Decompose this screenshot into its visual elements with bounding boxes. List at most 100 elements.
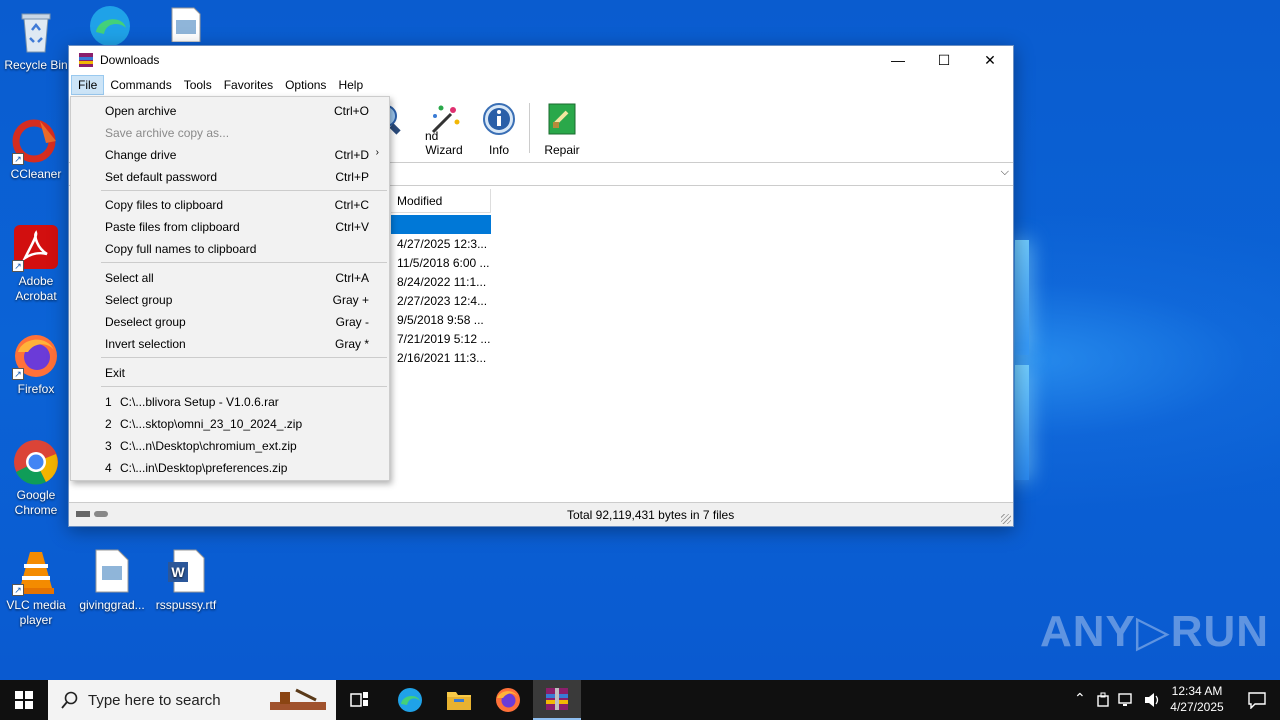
menu-commands[interactable]: Commands (104, 76, 177, 94)
chrome-icon (12, 438, 60, 486)
menu-item-paste-files[interactable]: Paste files from clipboard Ctrl+V (71, 215, 389, 237)
anyrun-watermark: ANY▷RUN (1040, 607, 1270, 656)
toolbar-label: Repair (544, 143, 580, 157)
menu-item-recent-4[interactable]: 4 C:\...in\Desktop\preferences.zip (71, 456, 389, 478)
table-row[interactable]: 11/5/2018 6:00 ... (391, 253, 491, 272)
menu-item-copy-full-names[interactable]: Copy full names to clipboard (71, 237, 389, 259)
taskbar-search-box[interactable]: Type here to search (48, 680, 336, 720)
taskbar-clock[interactable]: 12:34 AM 4/27/2025 (1162, 683, 1232, 715)
menu-item-change-drive[interactable]: Change drive Ctrl+D › (71, 143, 389, 165)
desktop-icon-rsspussy[interactable]: W rsspussy.rtf (150, 548, 222, 613)
menu-item-exit[interactable]: Exit (71, 361, 389, 383)
column-header-modified[interactable]: Modified (391, 189, 491, 213)
table-row[interactable]: 8/24/2022 11:1... (391, 272, 491, 291)
info-icon (483, 103, 515, 135)
magic-wand-icon (431, 105, 460, 134)
drive-icon[interactable] (75, 509, 109, 520)
shortcut-arrow-icon: ↗ (12, 368, 24, 380)
menu-options[interactable]: Options (279, 76, 332, 94)
table-row[interactable]: 4/27/2025 12:3... (391, 234, 491, 253)
desktop-icon-label: VLC media player (6, 598, 66, 627)
menu-item-select-all[interactable]: Select all Ctrl+A (71, 266, 389, 288)
desktop-icon-firefox[interactable]: ↗ Firefox (0, 332, 72, 397)
chevron-down-icon[interactable]: ⌵ (1001, 166, 1009, 179)
desktop-icon-givinggrad[interactable]: givinggrad... (76, 548, 148, 613)
status-bar: Total 92,119,431 bytes in 7 files (69, 502, 1013, 526)
desktop-icon-ccleaner[interactable]: ↗ CCleaner (0, 117, 72, 182)
desktop-icon-adobe-acrobat[interactable]: ↗ Adobe Acrobat (0, 224, 72, 304)
windows-logo-icon (15, 691, 33, 709)
toolbar-label: Wizard (425, 143, 463, 157)
title-bar[interactable]: Downloads — ☐ ✕ (69, 46, 1013, 74)
desktop-icon-google-chrome[interactable]: Google Chrome (0, 438, 72, 518)
resize-grip[interactable] (1001, 514, 1011, 524)
desktop-icon-recycle-bin[interactable]: Recycle Bin (0, 8, 72, 73)
start-button[interactable] (0, 680, 48, 720)
recycle-bin-icon (12, 8, 60, 56)
window-title: Downloads (100, 53, 160, 67)
wallpaper-glow-lower (1015, 365, 1029, 480)
vlc-icon: ↗ (12, 548, 60, 596)
firefox-icon: ↗ (12, 332, 60, 380)
table-row[interactable]: 7/21/2019 5:12 ... (391, 329, 491, 348)
maximize-button[interactable]: ☐ (921, 46, 967, 74)
table-row[interactable]: 2/27/2023 12:4... (391, 291, 491, 310)
notifications-icon[interactable] (1248, 691, 1266, 709)
security-icon[interactable] (1096, 692, 1110, 708)
shortcut-arrow-icon: ↗ (12, 153, 24, 165)
image-file-icon (162, 2, 210, 50)
desktop-icon-vlc[interactable]: ↗ VLC media player (0, 548, 72, 628)
acrobat-icon: ↗ (12, 224, 60, 272)
menu-item-copy-files[interactable]: Copy files to clipboard Ctrl+C (71, 193, 389, 215)
menu-file[interactable]: File (71, 75, 105, 95)
taskbar-edge[interactable] (386, 680, 434, 720)
toolbar-repair-button[interactable]: Repair (536, 102, 588, 157)
shortcut-arrow-icon: ↗ (12, 260, 24, 272)
search-highlight-icon (270, 688, 326, 710)
menu-item-deselect-group[interactable]: Deselect group Gray - (71, 310, 389, 332)
system-tray: ⌃ 12:34 AM 4/27/2025 (1060, 680, 1280, 720)
taskbar-file-explorer[interactable] (435, 680, 483, 720)
menu-tools[interactable]: Tools (178, 76, 218, 94)
desktop-icon-label: Recycle Bin (4, 58, 68, 72)
table-row[interactable]: 2/16/2021 11:3... (391, 348, 491, 367)
edge-icon (86, 2, 134, 50)
network-icon[interactable] (1118, 692, 1136, 708)
menu-bar: File Commands Tools Favorites Options He… (69, 74, 1013, 96)
menu-separator (101, 190, 387, 191)
toolbar-info-button[interactable]: Info (473, 102, 525, 157)
close-button[interactable]: ✕ (967, 46, 1013, 74)
menu-item-invert-selection[interactable]: Invert selection Gray * (71, 332, 389, 354)
desktop-icon-label: givinggrad... (79, 598, 145, 612)
file-menu-dropdown: Open archive Ctrl+O Save archive copy as.… (70, 96, 390, 481)
desktop-icon-label: Adobe Acrobat (15, 274, 57, 303)
menu-item-save-archive-copy: Save archive copy as... (105, 126, 230, 140)
menu-item-recent-2[interactable]: 2 C:\...sktop\omni_23_10_2024_.zip (71, 412, 389, 434)
svg-text:W: W (171, 564, 185, 580)
ccleaner-icon: ↗ (12, 117, 60, 165)
chevron-up-icon[interactable]: ⌃ (1074, 690, 1086, 707)
edge-icon (398, 688, 422, 712)
desktop-icon-label: Google Chrome (14, 488, 58, 517)
minimize-button[interactable]: — (875, 46, 921, 74)
menu-separator (101, 262, 387, 263)
menu-item-recent-3[interactable]: 3 C:\...n\Desktop\chromium_ext.zip (71, 434, 389, 456)
menu-item-open-archive[interactable]: Open archive Ctrl+O (71, 99, 389, 121)
toolbar-label: Info (488, 143, 509, 157)
menu-item-recent-1[interactable]: 1 C:\...blivora Setup - V1.0.6.rar (71, 390, 389, 412)
taskbar-winrar[interactable] (533, 680, 581, 720)
status-text: Total 92,119,431 bytes in 7 files (567, 508, 735, 522)
menu-item-set-default-password[interactable]: Set default password Ctrl+P (71, 165, 389, 187)
desktop-icon-label: Firefox (17, 382, 55, 396)
volume-icon[interactable] (1144, 692, 1162, 708)
menu-item-select-group[interactable]: Select group Gray + (71, 288, 389, 310)
menu-favorites[interactable]: Favorites (218, 76, 279, 94)
folder-icon (447, 692, 471, 710)
table-row[interactable]: 9/5/2018 9:58 ... (391, 310, 491, 329)
chevron-right-icon: › (375, 147, 379, 158)
task-view-button[interactable] (336, 680, 384, 720)
menu-help[interactable]: Help (332, 76, 369, 94)
table-row[interactable] (391, 215, 491, 234)
toolbar-wizard-button[interactable]: Wizard (418, 102, 470, 157)
taskbar-firefox[interactable] (484, 680, 532, 720)
